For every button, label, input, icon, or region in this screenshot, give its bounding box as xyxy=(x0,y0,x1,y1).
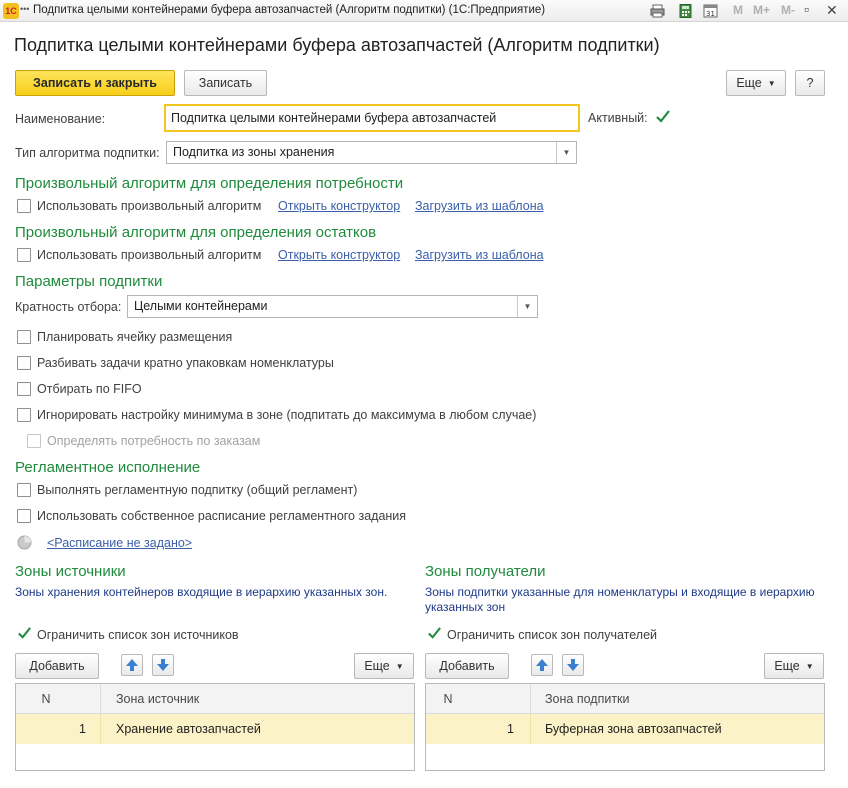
app-logo-icon[interactable]: 1С xyxy=(3,3,19,19)
sources-add-button[interactable]: Добавить xyxy=(15,653,99,679)
demand-section-title: Произвольный алгоритм для определения по… xyxy=(15,175,404,192)
fifo-checkbox[interactable] xyxy=(17,382,31,396)
stock-section-title: Произвольный алгоритм для определения ос… xyxy=(15,224,377,241)
receivers-title: Зоны получатели xyxy=(425,563,546,580)
params-section-title: Параметры подпитки xyxy=(15,273,163,290)
demand-custom-algo-checkbox[interactable] xyxy=(17,199,31,213)
row-zone: Буферная зона автозапчастей xyxy=(545,722,722,736)
window-menu-dots-icon[interactable]: ••• xyxy=(20,4,29,14)
row-divider xyxy=(530,714,531,744)
demand-load-template-link[interactable]: Загрузить из шаблона xyxy=(415,199,544,213)
calculator-icon[interactable] xyxy=(678,4,693,18)
split-by-packages-checkbox[interactable] xyxy=(17,356,31,370)
save-and-close-button[interactable]: Записать и закрыть xyxy=(15,70,175,96)
demand-open-constructor-link[interactable]: Открыть конструктор xyxy=(278,199,400,213)
window-title-bar: 1С ••• Подпитка целыми контейнерами буфе… xyxy=(0,0,848,22)
column-header-n[interactable]: N xyxy=(426,684,470,714)
close-icon[interactable]: ✕ xyxy=(826,2,838,19)
chevron-down-icon[interactable]: ▼ xyxy=(556,142,576,163)
memory-minus-button[interactable]: M- xyxy=(781,3,795,17)
column-divider xyxy=(100,684,101,714)
name-label: Наименование: xyxy=(15,112,106,126)
receivers-more-button[interactable]: Еще ▼ xyxy=(764,653,824,679)
stock-custom-algo-checkbox[interactable] xyxy=(17,248,31,262)
chevron-down-icon: ▼ xyxy=(805,662,814,671)
sources-move-up-button[interactable] xyxy=(121,654,143,676)
ignore-minimum-checkbox[interactable] xyxy=(17,408,31,422)
window-title: Подпитка целыми контейнерами буфера авто… xyxy=(33,4,546,16)
row-zone: Хранение автозапчастей xyxy=(116,722,261,736)
fifo-label: Отбирать по FIFO xyxy=(37,382,142,396)
calendar-icon[interactable]: 31 xyxy=(703,4,718,18)
schedule-link[interactable]: <Расписание не задано> xyxy=(47,536,192,550)
multiplicity-select[interactable]: Целыми контейнерами ▼ xyxy=(127,295,538,318)
own-schedule-label: Использовать собственное расписание регл… xyxy=(37,509,407,523)
receivers-add-button[interactable]: Добавить xyxy=(425,653,509,679)
memory-plus-button[interactable]: M+ xyxy=(753,3,770,17)
more-button-label: Еще xyxy=(736,76,762,90)
active-checkbox[interactable] xyxy=(655,109,671,125)
chevron-down-icon: ▼ xyxy=(395,662,404,671)
row-divider xyxy=(100,714,101,744)
svg-text:31: 31 xyxy=(706,10,715,18)
arrow-down-icon xyxy=(567,659,579,671)
receivers-move-up-button[interactable] xyxy=(531,654,553,676)
chevron-down-icon[interactable]: ▼ xyxy=(517,296,537,317)
arrow-down-icon xyxy=(157,659,169,671)
demand-custom-algo-label: Использовать произвольный алгоритм xyxy=(37,199,262,213)
print-icon[interactable] xyxy=(650,4,665,18)
name-field[interactable]: Подпитка целыми контейнерами буфера авто… xyxy=(164,104,580,132)
stock-open-constructor-link[interactable]: Открыть конструктор xyxy=(278,248,400,262)
sources-more-label: Еще xyxy=(364,659,390,673)
sources-move-down-button[interactable] xyxy=(152,654,174,676)
algo-type-select[interactable]: Подпитка из зоны хранения ▼ xyxy=(166,141,577,164)
receivers-note: Зоны подпитки указанные для номенклатуры… xyxy=(425,585,815,614)
plan-cell-label: Планировать ячейку размещения xyxy=(37,330,233,344)
demand-by-orders-checkbox xyxy=(27,434,41,448)
stock-custom-algo-label: Использовать произвольный алгоритм xyxy=(37,248,262,262)
row-n: 1 xyxy=(79,722,86,736)
regular-replenish-label: Выполнять регламентную подпитку (общий р… xyxy=(37,483,358,497)
receivers-table[interactable]: N Зона подпитки 1 Буферная зона автозапч… xyxy=(425,683,825,771)
save-button[interactable]: Записать xyxy=(184,70,267,96)
demand-by-orders-label: Определять потребность по заказам xyxy=(47,434,261,448)
sources-limit-checkbox[interactable] xyxy=(17,626,32,641)
stock-load-template-link[interactable]: Загрузить из шаблона xyxy=(415,248,544,262)
ignore-minimum-label: Игнорировать настройку минимума в зоне (… xyxy=(37,408,537,422)
active-label: Активный: xyxy=(588,111,648,125)
receivers-limit-label: Ограничить список зон получателей xyxy=(447,628,658,642)
regular-replenish-checkbox[interactable] xyxy=(17,483,31,497)
receivers-more-label: Еще xyxy=(774,659,800,673)
column-header-zone[interactable]: Зона источник xyxy=(116,684,406,714)
schedule-clock-icon xyxy=(17,535,32,550)
sources-more-button[interactable]: Еще ▼ xyxy=(354,653,414,679)
memory-m-button[interactable]: M xyxy=(733,3,743,17)
sources-table[interactable]: N Зона источник 1 Хранение автозапчастей xyxy=(15,683,415,771)
algo-type-label: Тип алгоритма подпитки: xyxy=(15,146,160,160)
help-button[interactable]: ? xyxy=(795,70,825,96)
schedule-section-title: Регламентное исполнение xyxy=(15,459,201,476)
more-button[interactable]: Еще ▼ xyxy=(726,70,786,96)
column-header-n[interactable]: N xyxy=(16,684,76,714)
arrow-up-icon xyxy=(536,659,548,671)
chevron-down-icon: ▼ xyxy=(767,79,776,88)
split-by-packages-label: Разбивать задачи кратно упаковкам номенк… xyxy=(37,356,334,370)
receivers-limit-checkbox[interactable] xyxy=(427,626,442,641)
receivers-move-down-button[interactable] xyxy=(562,654,584,676)
own-schedule-checkbox[interactable] xyxy=(17,509,31,523)
algo-type-value: Подпитка из зоны хранения xyxy=(173,145,335,159)
multiplicity-label: Кратность отбора: xyxy=(15,300,122,314)
sources-limit-label: Ограничить список зон источников xyxy=(37,628,239,642)
restore-icon[interactable]: ▫ xyxy=(804,1,809,17)
sources-note: Зоны хранения контейнеров входящие в иер… xyxy=(15,585,388,599)
page-title: Подпитка целыми контейнерами буфера авто… xyxy=(14,35,660,55)
multiplicity-value: Целыми контейнерами xyxy=(134,299,268,313)
column-divider xyxy=(530,684,531,714)
column-header-zone[interactable]: Зона подпитки xyxy=(545,684,815,714)
arrow-up-icon xyxy=(126,659,138,671)
row-n: 1 xyxy=(507,722,514,736)
plan-cell-checkbox[interactable] xyxy=(17,330,31,344)
sources-title: Зоны источники xyxy=(15,563,126,580)
